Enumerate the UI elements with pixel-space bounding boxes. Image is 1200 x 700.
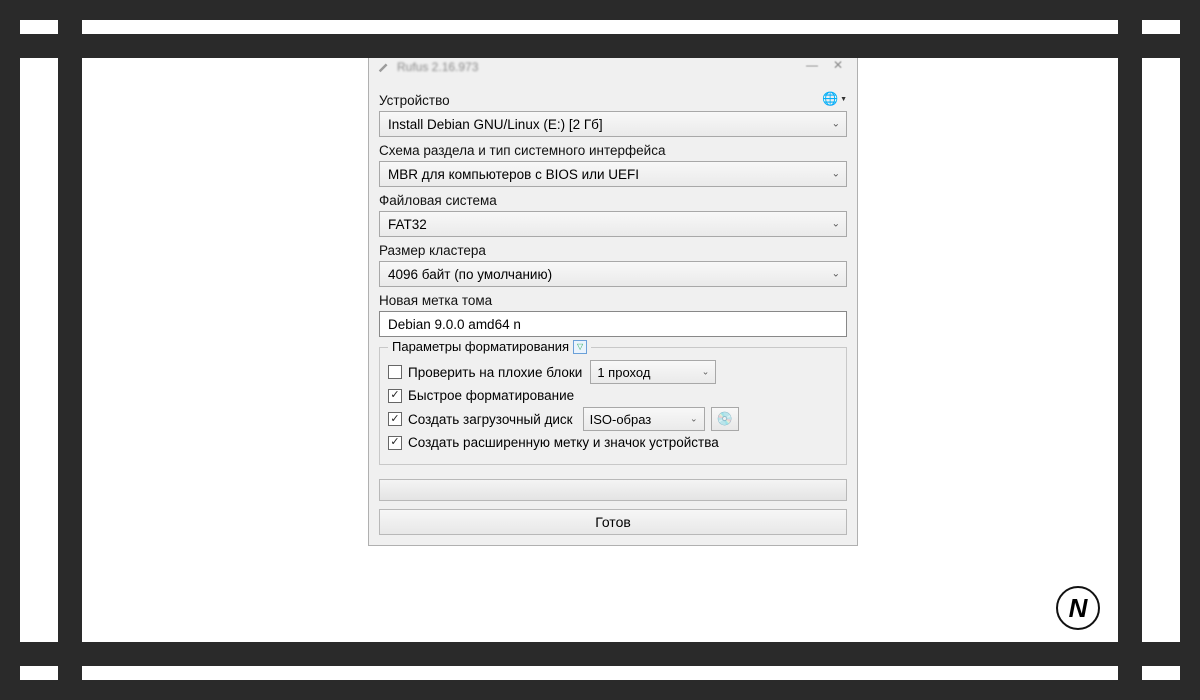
- cluster-label: Размер кластера: [379, 243, 847, 258]
- filesystem-dropdown[interactable]: FAT32 ⌄: [379, 211, 847, 237]
- cluster-value: 4096 байт (по умолчанию): [388, 267, 552, 282]
- title-bar: Rufus 2.16.973 — ✕: [369, 58, 857, 81]
- app-icon: [377, 60, 391, 74]
- disclose-toggle[interactable]: ▽: [573, 340, 587, 354]
- bootable-checkbox[interactable]: [388, 412, 402, 426]
- window-title: Rufus 2.16.973: [397, 60, 478, 74]
- chevron-down-icon: ⌄: [832, 119, 840, 130]
- extended-label-text: Создать расширенную метку и значок устро…: [408, 435, 719, 450]
- boot-type-value: ISO-образ: [590, 412, 652, 427]
- bootable-label: Создать загрузочный диск: [408, 412, 573, 427]
- chevron-down-icon: ⌄: [832, 269, 840, 280]
- chevron-down-icon: ⌄: [832, 219, 840, 230]
- extended-label-checkbox[interactable]: [388, 436, 402, 450]
- partition-value: MBR для компьютеров с BIOS или UEFI: [388, 167, 639, 182]
- device-dropdown[interactable]: Install Debian GNU/Linux (E:) [2 Гб] ⌄: [379, 111, 847, 137]
- device-value: Install Debian GNU/Linux (E:) [2 Гб]: [388, 117, 603, 132]
- format-options-group: Параметры форматирования ▽ Проверить на …: [379, 347, 847, 465]
- client-area: Устройство 🌐▼ Install Debian GNU/Linux (…: [369, 81, 857, 545]
- close-button[interactable]: ✕: [827, 58, 849, 76]
- chevron-down-icon: ▼: [840, 96, 847, 103]
- select-iso-button[interactable]: 💿: [711, 407, 739, 431]
- progress-bar: [379, 479, 847, 501]
- filesystem-label: Файловая система: [379, 193, 847, 208]
- partition-label: Схема раздела и тип системного интерфейс…: [379, 143, 847, 158]
- rufus-window: Rufus 2.16.973 — ✕ Устройство 🌐▼ Install…: [368, 58, 858, 546]
- badblocks-passes-dropdown[interactable]: 1 проход ⌄: [590, 360, 716, 384]
- badblocks-label: Проверить на плохие блоки: [408, 365, 582, 380]
- badblocks-passes-value: 1 проход: [597, 365, 650, 380]
- volume-input[interactable]: [379, 311, 847, 337]
- filesystem-value: FAT32: [388, 217, 427, 232]
- quick-format-checkbox[interactable]: [388, 389, 402, 403]
- partition-dropdown[interactable]: MBR для компьютеров с BIOS или UEFI ⌄: [379, 161, 847, 187]
- quick-format-label: Быстрое форматирование: [408, 388, 574, 403]
- watermark-letter: N: [1069, 593, 1088, 624]
- minimize-button[interactable]: —: [801, 58, 823, 76]
- badblocks-checkbox[interactable]: [388, 365, 402, 379]
- chevron-down-icon: ⌄: [690, 414, 698, 425]
- disc-icon: 💿: [717, 411, 733, 427]
- watermark-badge: N: [1056, 586, 1100, 630]
- boot-type-dropdown[interactable]: ISO-образ ⌄: [583, 407, 705, 431]
- volume-label: Новая метка тома: [379, 293, 847, 308]
- format-options-legend: Параметры форматирования: [392, 339, 569, 354]
- cluster-dropdown[interactable]: 4096 байт (по умолчанию) ⌄: [379, 261, 847, 287]
- status-bar: Готов: [379, 509, 847, 535]
- globe-icon: 🌐: [822, 91, 838, 107]
- status-text: Готов: [595, 514, 631, 530]
- chevron-down-icon: ⌄: [832, 169, 840, 180]
- device-label: Устройство: [379, 93, 816, 108]
- chevron-down-icon: ⌄: [702, 367, 710, 378]
- online-options-button[interactable]: 🌐▼: [822, 90, 847, 108]
